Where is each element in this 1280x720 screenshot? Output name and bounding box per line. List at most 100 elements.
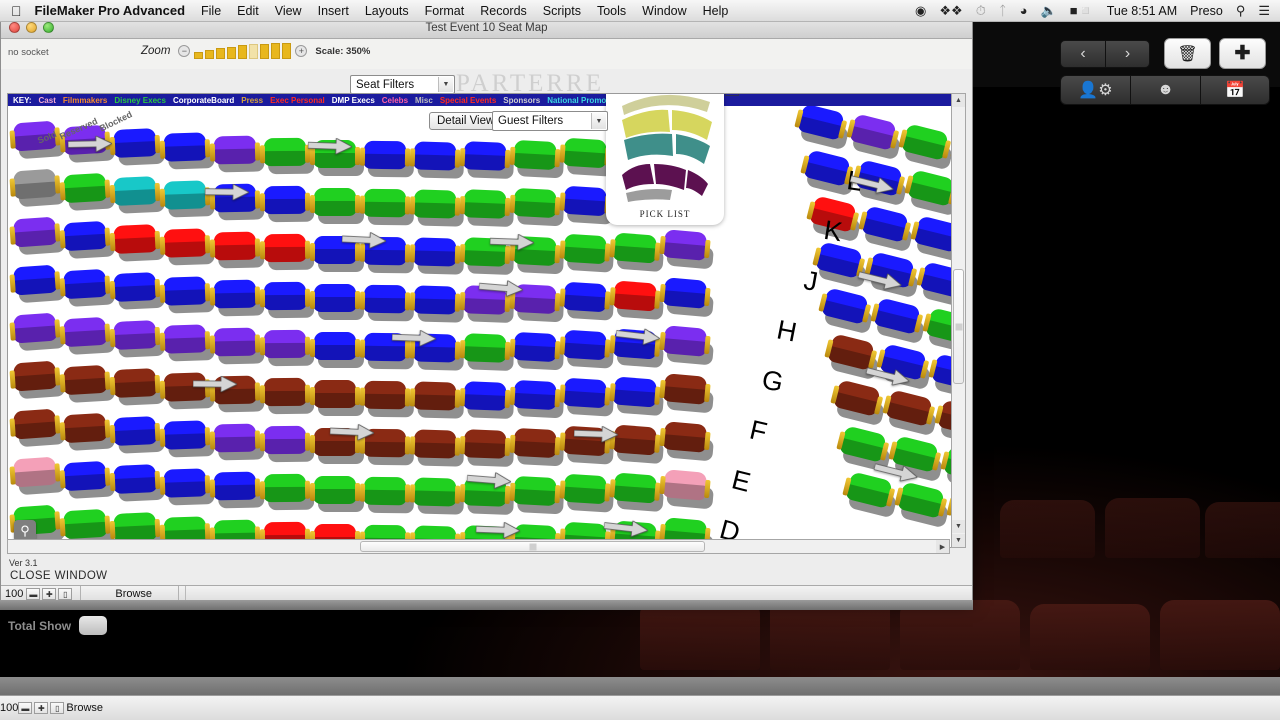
seat[interactable]: [259, 137, 315, 175]
menubar-user[interactable]: Preso: [1190, 4, 1223, 18]
seat[interactable]: [509, 427, 565, 467]
notification-center-icon[interactable]: ☰: [1258, 3, 1270, 19]
seat[interactable]: [409, 477, 465, 515]
zoom-step[interactable]: [227, 47, 237, 59]
seat[interactable]: [209, 135, 265, 172]
window-toggle-icon[interactable]: ▯: [50, 702, 65, 714]
scroll-down-icon[interactable]: ▼: [952, 520, 965, 533]
zoom-step[interactable]: [238, 45, 248, 59]
legend-item-cast[interactable]: Cast: [39, 96, 56, 105]
seat[interactable]: [259, 377, 315, 415]
seat[interactable]: [559, 282, 615, 322]
bluetooth-icon[interactable]: ᛏ: [999, 3, 1007, 18]
seat[interactable]: [559, 138, 615, 178]
seat[interactable]: [159, 131, 215, 170]
seat[interactable]: [9, 360, 66, 400]
prev-record-button[interactable]: ‹: [1060, 39, 1105, 68]
seat[interactable]: [109, 416, 165, 455]
seat[interactable]: [309, 283, 365, 320]
seat[interactable]: [609, 376, 664, 416]
legend-item-national-promo[interactable]: National Promo: [547, 96, 606, 105]
seat[interactable]: [109, 464, 165, 503]
seat[interactable]: [259, 185, 315, 223]
menu-tools[interactable]: Tools: [597, 4, 626, 18]
seat[interactable]: [559, 330, 615, 370]
seat[interactable]: [59, 220, 116, 259]
battery-icon[interactable]: ■◽: [1070, 3, 1094, 19]
seat[interactable]: [59, 316, 116, 355]
seat[interactable]: [794, 103, 850, 151]
seat[interactable]: [659, 421, 714, 462]
seat[interactable]: [159, 419, 215, 458]
seat[interactable]: [409, 285, 465, 323]
legend-item-corporate-board[interactable]: CorporateBoard: [173, 96, 234, 105]
seat[interactable]: [858, 205, 914, 253]
seat-rows-container[interactable]: LKJHGFEDC: [8, 94, 964, 547]
seat[interactable]: [9, 312, 66, 352]
seat[interactable]: [409, 189, 465, 227]
seat[interactable]: [59, 364, 116, 403]
seat[interactable]: [409, 237, 465, 275]
seat[interactable]: [9, 168, 66, 208]
seat[interactable]: [359, 380, 415, 418]
seat[interactable]: [818, 287, 874, 335]
zoom-step-bars[interactable]: [194, 43, 292, 59]
seat-map-canvas[interactable]: KEY: Cast Filmmakers Disney Execs Corpor…: [7, 93, 965, 548]
seat[interactable]: [259, 281, 315, 319]
menu-insert[interactable]: Insert: [318, 4, 349, 18]
zoom-step[interactable]: [194, 52, 204, 59]
seat[interactable]: [459, 332, 515, 371]
seat[interactable]: [59, 268, 116, 307]
seat[interactable]: [59, 412, 116, 451]
seat[interactable]: [109, 272, 165, 311]
mode-label[interactable]: Browse: [115, 588, 152, 600]
scroll-up-icon[interactable]: ▲: [952, 94, 965, 107]
seat[interactable]: [509, 379, 565, 419]
seat[interactable]: [459, 428, 515, 467]
pick-list-minimap[interactable]: [606, 93, 724, 212]
seat[interactable]: [309, 475, 365, 512]
next-record-button[interactable]: ›: [1105, 39, 1150, 68]
seat[interactable]: [159, 227, 215, 266]
legend-item-filmmakers[interactable]: Filmmakers: [63, 96, 107, 105]
pick-list-panel[interactable]: PICK LIST: [606, 93, 724, 225]
seat[interactable]: [559, 234, 615, 274]
seat[interactable]: [509, 475, 565, 515]
seat[interactable]: [609, 232, 664, 272]
menu-edit[interactable]: Edit: [237, 4, 259, 18]
zoom-step[interactable]: [260, 44, 270, 59]
window-toggle-icon[interactable]: ▯: [58, 588, 73, 600]
menu-format[interactable]: Format: [425, 4, 465, 18]
vertical-scrollbar[interactable]: ▲ ▼ ▼: [951, 93, 966, 548]
seat[interactable]: [609, 280, 664, 320]
seat[interactable]: [800, 149, 856, 197]
profile-button[interactable]: ☻: [1130, 75, 1200, 105]
seat[interactable]: [894, 481, 950, 529]
seat[interactable]: [259, 329, 315, 367]
seat[interactable]: [559, 474, 615, 514]
seat[interactable]: [309, 379, 365, 416]
seat[interactable]: [209, 471, 265, 508]
zoom-step[interactable]: [282, 43, 292, 59]
seat[interactable]: [259, 425, 315, 463]
zoom-step-selected[interactable]: [249, 44, 259, 59]
seat[interactable]: [509, 139, 565, 179]
seat[interactable]: [830, 379, 886, 427]
seat[interactable]: [159, 467, 215, 506]
close-window-label[interactable]: CLOSE WINDOW: [10, 570, 107, 582]
seat[interactable]: [409, 381, 465, 419]
zoom-in-icon[interactable]: ✚: [34, 702, 49, 714]
seat[interactable]: [309, 187, 365, 224]
seat[interactable]: [109, 176, 165, 215]
bottom-mode-label[interactable]: Browse: [66, 702, 103, 714]
menu-view[interactable]: View: [275, 4, 302, 18]
legend-item-special-events[interactable]: Special Events: [440, 96, 496, 105]
legend-item-sponsors[interactable]: Sponsors: [503, 96, 540, 105]
add-record-button[interactable]: ✚: [1219, 38, 1266, 69]
menu-layouts[interactable]: Layouts: [365, 4, 409, 18]
menu-file[interactable]: File: [201, 4, 221, 18]
seat[interactable]: [898, 123, 954, 171]
seat[interactable]: [359, 188, 415, 226]
zoom-in-icon[interactable]: ✚: [42, 588, 57, 600]
chevron-down-icon[interactable]: ▼: [438, 77, 453, 92]
